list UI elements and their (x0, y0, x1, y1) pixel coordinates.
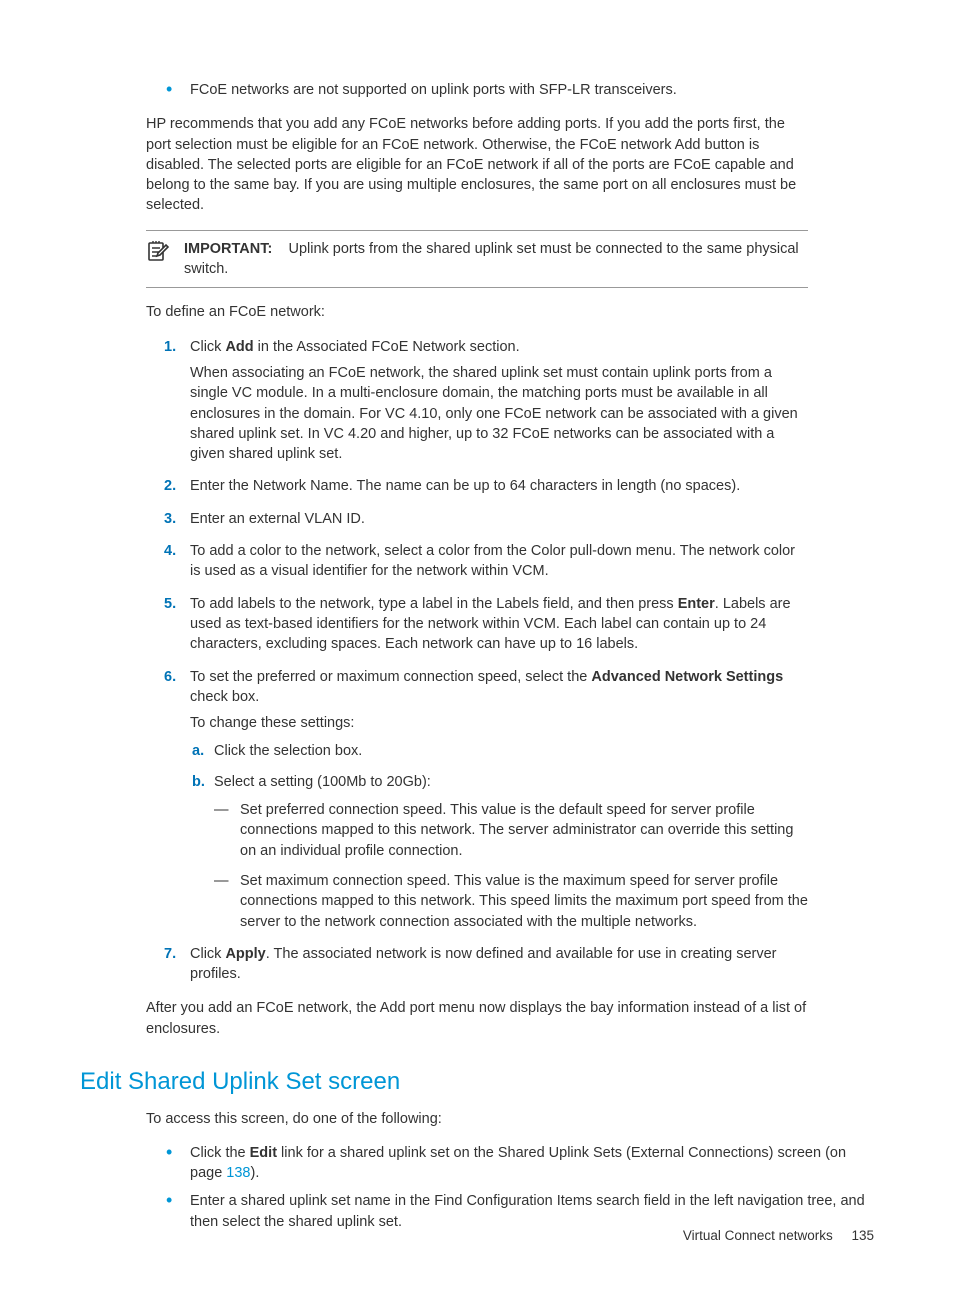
step-bold: Advanced Network Settings (591, 669, 783, 685)
important-label: IMPORTANT: (184, 241, 272, 257)
page-link[interactable]: 138 (226, 1165, 250, 1181)
step-text: check box. (190, 689, 259, 705)
bullet-text: Click the (190, 1145, 250, 1161)
step-sub: When associating an FCoE network, the sh… (190, 363, 808, 464)
step-6: To set the preferred or maximum connecti… (190, 667, 808, 932)
bullet-text: Enter a shared uplink set name in the Fi… (190, 1193, 865, 1229)
bullet-item: Enter a shared uplink set name in the Fi… (190, 1191, 874, 1232)
paragraph: To access this screen, do one of the fol… (146, 1109, 874, 1129)
step-text: To add a color to the network, select a … (190, 543, 795, 579)
step-text: Click (190, 946, 225, 962)
page-footer: Virtual Connect networks 135 (683, 1227, 874, 1246)
dash-item: Set maximum connection speed. This value… (240, 871, 808, 932)
callout-text: IMPORTANT: Uplink ports from the shared … (184, 239, 808, 280)
paragraph: To define an FCoE network: (146, 302, 808, 322)
step-sub: To change these settings: (190, 713, 808, 733)
step-text: Enter an external VLAN ID. (190, 511, 365, 527)
section-heading: Edit Shared Uplink Set screen (80, 1065, 874, 1099)
step-text: in the Associated FCoE Network section. (254, 339, 520, 355)
dash-text: Set maximum connection speed. This value… (240, 873, 808, 930)
bullet-text: ). (251, 1165, 260, 1181)
step-bold: Add (225, 339, 253, 355)
bullet-text: FCoE networks are not supported on uplin… (190, 82, 677, 98)
step-text: . The associated network is now defined … (190, 946, 776, 982)
step-1: Click Add in the Associated FCoE Network… (190, 337, 808, 465)
footer-page-number: 135 (851, 1228, 874, 1243)
step-text: To add labels to the network, type a lab… (190, 596, 678, 612)
step-bold: Apply (225, 946, 265, 962)
paragraph: After you add an FCoE network, the Add p… (146, 998, 808, 1039)
bullet-text: link for a shared uplink set on the Shar… (190, 1145, 846, 1181)
important-icon (146, 239, 170, 280)
step-4: To add a color to the network, select a … (190, 541, 808, 582)
step-text: To set the preferred or maximum connecti… (190, 669, 591, 685)
step-5: To add labels to the network, type a lab… (190, 594, 808, 655)
step-3: Enter an external VLAN ID. (190, 509, 808, 529)
step-bold: Enter (678, 596, 715, 612)
step-6a: Click the selection box. (214, 741, 808, 761)
paragraph: HP recommends that you add any FCoE netw… (146, 114, 808, 215)
bullet-item: FCoE networks are not supported on uplin… (190, 80, 874, 100)
step-text: Enter the Network Name. The name can be … (190, 478, 740, 494)
step-7: Click Apply. The associated network is n… (190, 944, 808, 985)
sub-step-text: Click the selection box. (214, 743, 362, 759)
step-2: Enter the Network Name. The name can be … (190, 476, 808, 496)
step-text: Click (190, 339, 225, 355)
step-6b: Select a setting (100Mb to 20Gb): Set pr… (214, 772, 808, 932)
bullet-item: Click the Edit link for a shared uplink … (190, 1143, 874, 1184)
footer-section: Virtual Connect networks (683, 1228, 833, 1243)
important-callout: IMPORTANT: Uplink ports from the shared … (146, 230, 808, 289)
dash-item: Set preferred connection speed. This val… (240, 800, 808, 861)
sub-step-text: Select a setting (100Mb to 20Gb): (214, 774, 431, 790)
dash-text: Set preferred connection speed. This val… (240, 802, 793, 859)
bullet-bold: Edit (250, 1145, 277, 1161)
